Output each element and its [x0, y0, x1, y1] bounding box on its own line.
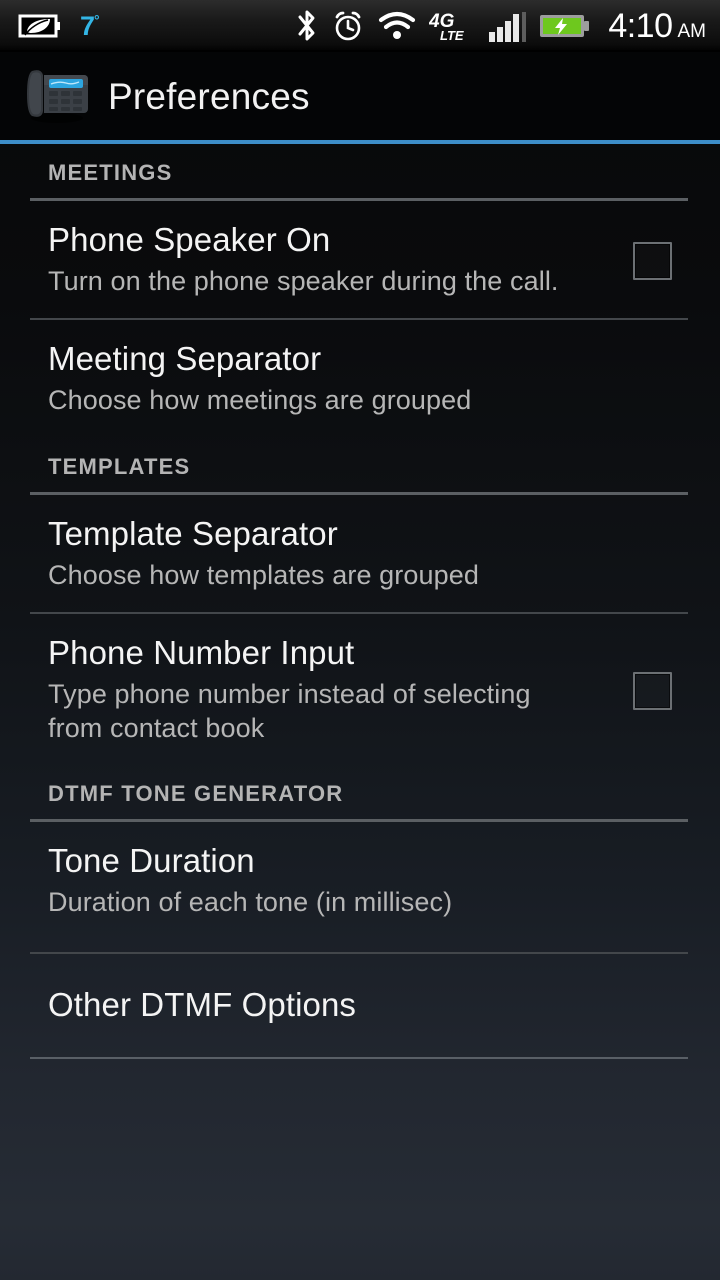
pref-text-block: Tone Duration Duration of each tone (in …	[48, 842, 588, 919]
section-header-label: MEETINGS	[48, 160, 173, 185]
status-bar: 7° 4G LTE 4:10 AM	[0, 0, 720, 52]
wifi-icon	[378, 11, 416, 41]
pref-item-other-dtmf-options[interactable]: Other DTMF Options	[0, 954, 720, 1057]
section-header-meetings: MEETINGS	[0, 144, 720, 184]
pref-title: Other DTMF Options	[48, 985, 357, 1023]
status-bar-right-group: 4G LTE 4:10 AM	[296, 9, 720, 43]
clock-time: 4:10	[608, 7, 673, 45]
pref-text-block: Template Separator Choose how templates …	[48, 514, 588, 592]
status-bar-left-group: 7°	[0, 10, 100, 41]
pref-widget-slot	[588, 241, 716, 280]
pref-item-meeting-separator[interactable]: Meeting Separator Choose how meetings ar…	[0, 320, 720, 437]
checkbox-phone-speaker-on[interactable]	[632, 241, 672, 280]
eco-battery-icon	[16, 11, 64, 41]
pref-item-template-separator[interactable]: Template Separator Choose how templates …	[0, 495, 720, 612]
pref-title: Phone Speaker On	[48, 221, 331, 258]
section-header-label: DTMF TONE GENERATOR	[48, 781, 344, 807]
section-header-label: TEMPLATES	[48, 453, 191, 479]
pref-summary: Type phone number instead of selecting f…	[48, 679, 531, 743]
network-4glte-icon: 4G LTE	[429, 9, 475, 43]
app-screen: 7° 4G LTE 4:10 AM Preferences MEETINGS P…	[0, 0, 720, 1280]
clock-ampm: AM	[677, 21, 707, 42]
pref-widget-slot	[588, 671, 716, 710]
section-header-templates: TEMPLATES	[0, 438, 720, 478]
pref-item-phone-speaker-on[interactable]: Phone Speaker On Turn on the phone speak…	[0, 201, 720, 318]
pref-text-block: Meeting Separator Choose how meetings ar…	[48, 340, 588, 417]
action-bar[interactable]: Preferences	[0, 52, 720, 140]
pref-item-phone-number-input[interactable]: Phone Number Input Type phone number ins…	[0, 614, 720, 765]
pref-summary: Duration of each tone (in millisec)	[48, 887, 453, 918]
pref-summary: Choose how meetings are grouped	[48, 385, 472, 416]
section-header-dtmf-tone-generator: DTMF TONE GENERATOR	[0, 765, 720, 805]
pref-title: Phone Number Input	[48, 634, 355, 672]
pref-title: Meeting Separator	[48, 340, 322, 378]
preferences-list[interactable]: MEETINGS Phone Speaker On Turn on the ph…	[0, 144, 720, 1280]
pref-summary: Choose how templates are grouped	[48, 559, 479, 590]
checkbox-phone-number-input[interactable]	[632, 671, 672, 710]
bluetooth-icon	[296, 9, 318, 43]
item-divider	[30, 1056, 688, 1059]
status-bar-clock: 4:10 AM	[608, 9, 706, 43]
battery-charging-icon	[539, 11, 591, 41]
pref-summary: Turn on the phone speaker during the cal…	[48, 265, 559, 296]
signal-bars-icon	[488, 10, 527, 42]
page-title: Preferences	[108, 75, 310, 117]
temperature-indicator: 7°	[80, 10, 100, 41]
alarm-clock-icon	[331, 9, 365, 43]
svg-text:LTE: LTE	[440, 28, 464, 43]
pref-text-block: Other DTMF Options	[48, 985, 588, 1023]
pref-text-block: Phone Speaker On Turn on the phone speak…	[48, 221, 588, 298]
pref-item-tone-duration[interactable]: Tone Duration Duration of each tone (in …	[0, 822, 720, 939]
pref-text-block: Phone Number Input Type phone number ins…	[48, 634, 588, 745]
desk-phone-icon[interactable]	[24, 65, 90, 128]
pref-title: Tone Duration	[48, 842, 255, 880]
pref-title: Template Separator	[48, 514, 338, 552]
